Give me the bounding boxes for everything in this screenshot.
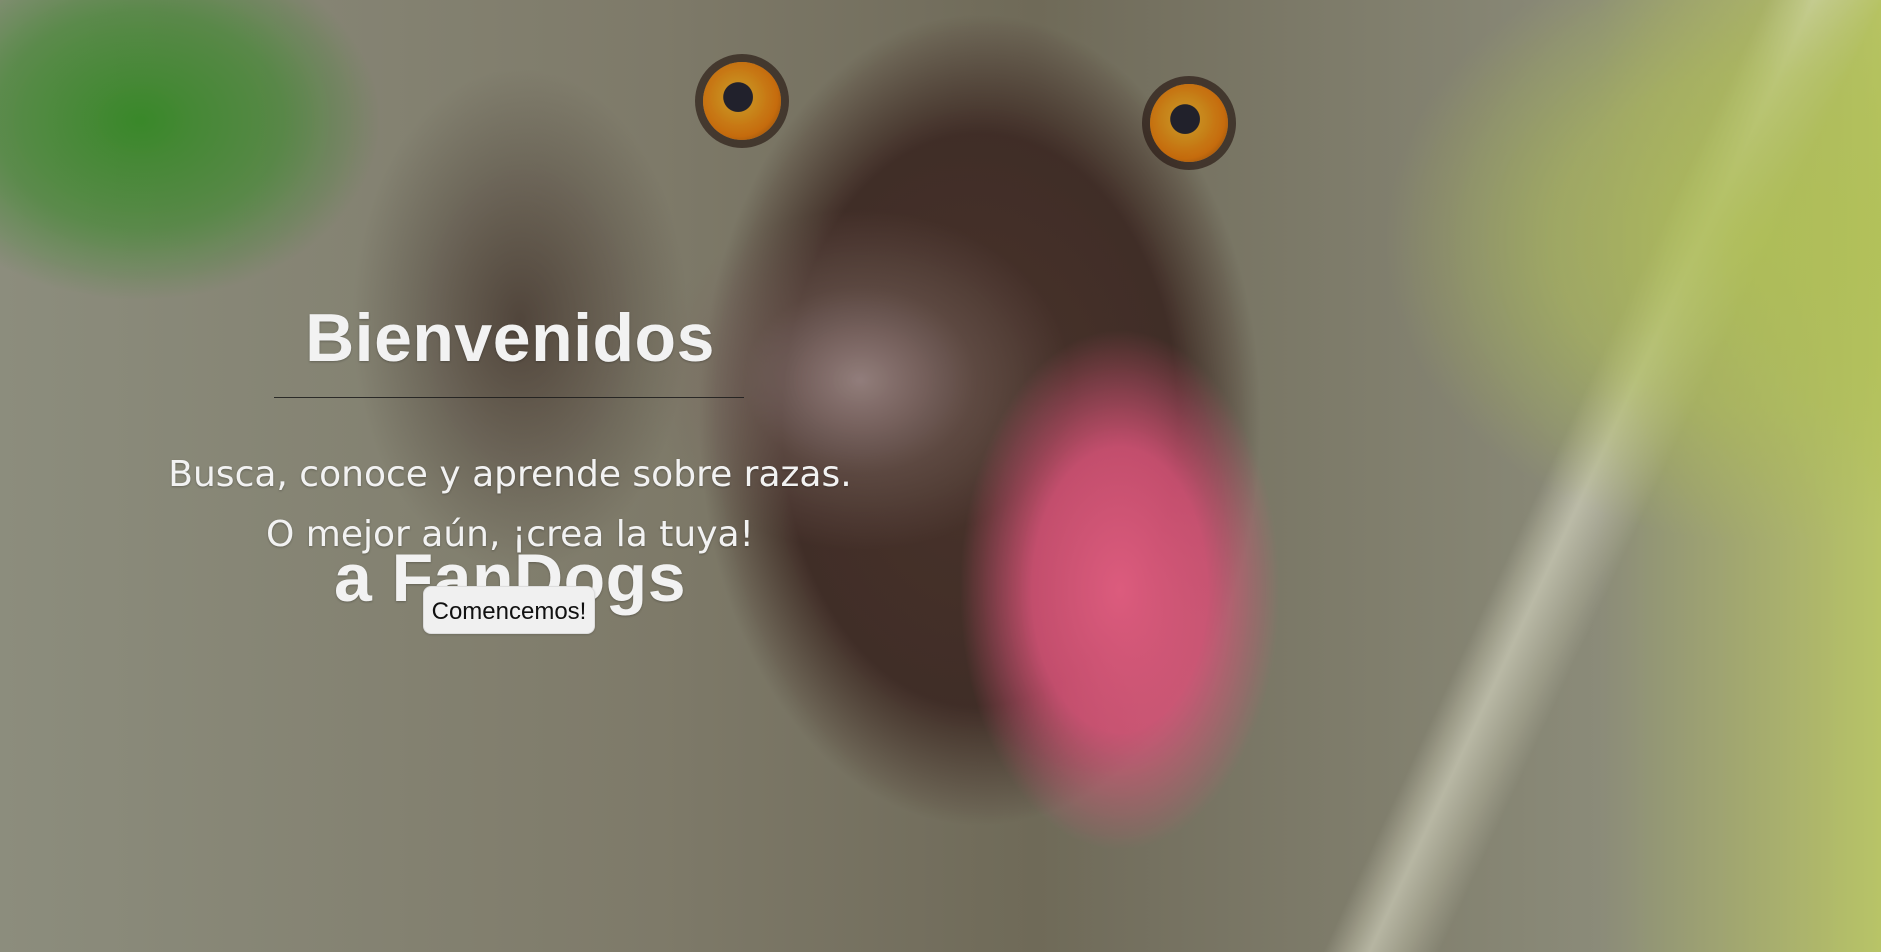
hero-subtitle-line-1: Busca, conoce y aprende sobre razas. — [168, 454, 852, 495]
hero-content: Bienvenidos a FanDogs Busca, conoce y ap… — [0, 0, 1881, 952]
hero-subtitle: Busca, conoce y aprende sobre razas. O m… — [110, 445, 910, 565]
title-divider — [274, 397, 744, 398]
hero-subtitle-line-2: O mejor aún, ¡crea la tuya! — [266, 514, 754, 555]
start-button[interactable]: Comencemos! — [423, 586, 595, 634]
page-title-line-1: Bienvenidos — [305, 300, 715, 376]
